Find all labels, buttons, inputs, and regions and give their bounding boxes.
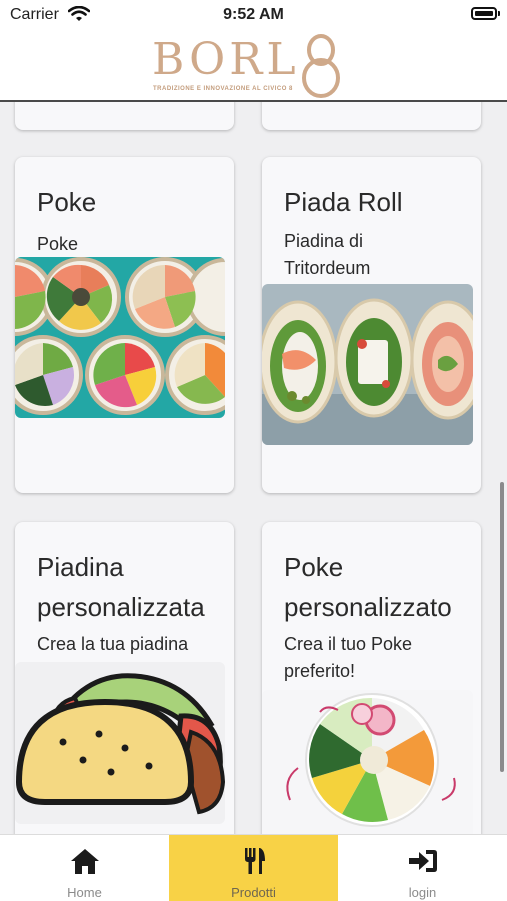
poke-bowls-photo <box>15 257 225 418</box>
bottom-tab-bar: Home Prodotti login <box>0 834 507 901</box>
battery-tip <box>498 11 500 16</box>
logo-tagline: TRADIZIONE E INNOVAZIONE AL CIVICO 8 <box>153 86 293 92</box>
product-title: Piadina personalizzata <box>37 552 205 622</box>
product-card-piada-roll[interactable]: Piada Roll Piadina di Tritordeum <box>262 157 481 493</box>
product-description: Crea la tua piadina <box>37 634 189 654</box>
home-icon <box>71 849 99 874</box>
status-bar: Carrier 9:52 AM <box>0 0 507 30</box>
tab-prodotti[interactable]: Prodotti <box>169 835 338 901</box>
status-time: 9:52 AM <box>223 6 284 23</box>
product-card-partial-right[interactable] <box>262 102 481 130</box>
products-grid: Poke Poke Piada Roll Piadina di Tritorde… <box>0 102 507 834</box>
custom-poke-photo <box>262 690 473 834</box>
tab-label: Home <box>67 885 102 900</box>
logo-wordmark: BORL <box>152 34 300 85</box>
product-title: Poke personalizzato <box>284 552 452 622</box>
tab-label: login <box>408 885 437 900</box>
battery-icon <box>471 7 497 20</box>
app-header: BORL TRADIZIONE E INNOVAZIONE AL CIVICO … <box>0 30 507 102</box>
product-card-piadina-personalizzata[interactable]: Piadina personalizzata Crea la tua piadi… <box>15 522 234 834</box>
product-description: Piadina di Tritordeum <box>284 231 371 278</box>
tab-home[interactable]: Home <box>0 835 169 901</box>
product-title: Poke <box>37 187 97 217</box>
sign-in-icon <box>409 850 437 872</box>
taco-illustration <box>15 662 225 824</box>
logo-eight-icon <box>302 34 340 98</box>
product-card-poke[interactable]: Poke Poke <box>15 157 234 493</box>
tab-login[interactable]: login <box>338 835 507 901</box>
product-description: Crea il tuo Poke preferito! <box>284 634 413 681</box>
piada-roll-photo <box>262 284 473 445</box>
product-card-partial-left[interactable] <box>15 102 234 130</box>
borl8-logo: BORL TRADIZIONE E INNOVAZIONE AL CIVICO … <box>150 32 350 98</box>
product-card-poke-personalizzato[interactable]: Poke personalizzato Crea il tuo Poke pre… <box>262 522 481 834</box>
vertical-scrollbar[interactable] <box>500 482 504 772</box>
tab-label: Prodotti <box>231 885 276 900</box>
fork-knife-icon <box>245 848 265 874</box>
product-description: Poke <box>37 234 79 254</box>
product-title: Piada Roll <box>284 187 403 217</box>
